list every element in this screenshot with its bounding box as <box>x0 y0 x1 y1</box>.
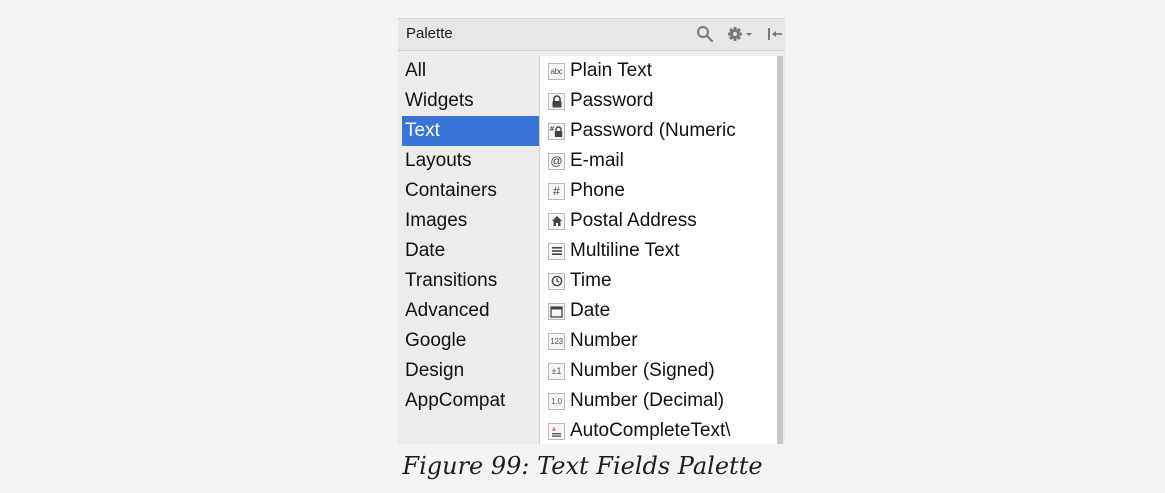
lock-icon <box>548 92 565 110</box>
hide-panel-icon[interactable] <box>765 24 785 44</box>
widget-plain-text[interactable]: abc Plain Text <box>540 56 779 86</box>
widget-label: Phone <box>570 180 625 201</box>
number-icon: 123 <box>548 332 565 350</box>
category-label: All <box>405 60 427 81</box>
icon-glyph: @ <box>550 154 563 168</box>
signed-number-icon: ±1 <box>548 362 565 380</box>
category-label: Date <box>405 240 446 261</box>
widget-number-signed[interactable]: ±1 Number (Signed) <box>540 356 779 386</box>
widget-number-decimal[interactable]: 1.0 Number (Decimal) <box>540 386 779 416</box>
palette-panel: Palette All Widgets Text Layouts Contain… <box>398 18 785 444</box>
widget-list-scrollbar[interactable] <box>777 56 783 444</box>
category-list: All Widgets Text Layouts Containers Imag… <box>398 56 539 416</box>
widget-password[interactable]: Password <box>540 86 779 116</box>
palette-header: Palette <box>398 19 785 51</box>
widget-autocomplete[interactable]: a AutoCompleteText\ <box>540 416 779 444</box>
home-icon <box>548 212 565 230</box>
widget-multiline-text[interactable]: Multiline Text <box>540 236 779 266</box>
category-date[interactable]: Date <box>398 236 539 266</box>
icon-glyph: 123 <box>550 336 563 346</box>
widget-label: AutoCompleteText\ <box>570 420 731 441</box>
category-label: Text <box>405 120 440 141</box>
category-label: Advanced <box>405 300 490 321</box>
category-label: Images <box>405 210 468 231</box>
category-images[interactable]: Images <box>398 206 539 236</box>
widget-postal-address[interactable]: Postal Address <box>540 206 779 236</box>
widget-label: E-mail <box>570 150 624 171</box>
category-layouts[interactable]: Layouts <box>398 146 539 176</box>
icon-glyph: # <box>553 184 560 198</box>
widget-phone[interactable]: # Phone <box>540 176 779 206</box>
widget-date[interactable]: Date <box>540 296 779 326</box>
widget-label: Number <box>570 330 638 351</box>
category-label: Google <box>405 330 467 351</box>
category-advanced[interactable]: Advanced <box>398 296 539 326</box>
category-label: Transitions <box>405 270 498 291</box>
multiline-icon <box>548 242 565 260</box>
widget-label: Multiline Text <box>570 240 680 261</box>
widget-label: Number (Signed) <box>570 360 715 381</box>
svg-text:#: # <box>549 125 555 133</box>
palette-title: Palette <box>406 25 453 42</box>
widget-label: Postal Address <box>570 210 697 231</box>
widget-number[interactable]: 123 Number <box>540 326 779 356</box>
widget-email[interactable]: @ E-mail <box>540 146 779 176</box>
figure-caption: Figure 99: Text Fields Palette <box>402 452 763 480</box>
category-appcompat[interactable]: AppCompat <box>398 386 539 416</box>
at-sign-icon: @ <box>548 152 565 170</box>
clock-icon <box>548 272 565 290</box>
category-text[interactable]: Text <box>402 116 539 146</box>
category-design[interactable]: Design <box>398 356 539 386</box>
widget-label: Plain Text <box>570 60 653 81</box>
category-containers[interactable]: Containers <box>398 176 539 206</box>
category-widgets[interactable]: Widgets <box>398 86 539 116</box>
category-transitions[interactable]: Transitions <box>398 266 539 296</box>
gear-icon[interactable] <box>726 24 758 44</box>
category-label: Layouts <box>405 150 472 171</box>
widget-label: Number (Decimal) <box>570 390 725 411</box>
autocomplete-icon: a <box>548 422 565 440</box>
category-label: Design <box>405 360 465 381</box>
category-label: Widgets <box>405 90 474 111</box>
numeric-lock-icon: # <box>548 122 565 140</box>
category-all[interactable]: All <box>398 56 539 86</box>
svg-text:a: a <box>552 426 556 433</box>
icon-glyph: abc <box>550 66 563 76</box>
widget-label: Time <box>570 270 612 291</box>
icon-glyph: 1.0 <box>550 396 563 406</box>
widget-password-numeric[interactable]: # Password (Numeric <box>540 116 779 146</box>
abc-text-icon: abc <box>548 62 565 80</box>
hash-icon: # <box>548 182 565 200</box>
widget-time[interactable]: Time <box>540 266 779 296</box>
category-label: AppCompat <box>405 390 506 411</box>
widget-list: abc Plain Text Password # Password (Nume… <box>539 56 779 444</box>
widget-label: Date <box>570 300 611 321</box>
category-google[interactable]: Google <box>398 326 539 356</box>
category-label: Containers <box>405 180 497 201</box>
calendar-icon <box>548 302 565 320</box>
icon-glyph: ±1 <box>551 366 562 376</box>
search-icon[interactable] <box>694 24 716 44</box>
widget-label: Password (Numeric <box>570 120 736 141</box>
decimal-number-icon: 1.0 <box>548 392 565 410</box>
widget-label: Password <box>570 90 654 111</box>
